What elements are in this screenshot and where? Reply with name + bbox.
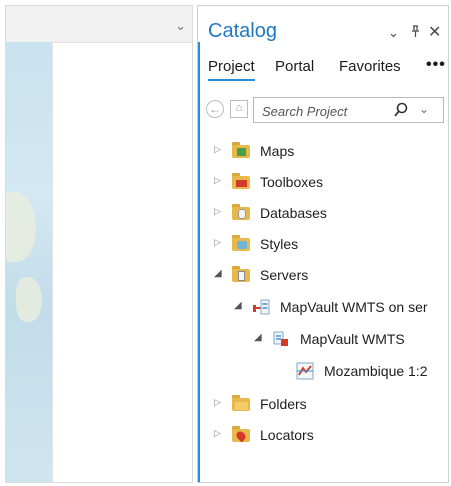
expand-arrow-icon[interactable]: ▷ — [214, 237, 221, 248]
servers-folder-icon — [232, 266, 250, 282]
pane-accent-border — [198, 42, 200, 482]
collapse-arrow-icon[interactable]: ◢ — [254, 332, 262, 343]
chevron-down-icon[interactable]: ⌄ — [388, 25, 399, 41]
tree-item-label: Mozambique 1:2 — [324, 363, 428, 379]
locators-folder-icon — [232, 426, 250, 443]
tab-portal[interactable]: Portal — [275, 58, 314, 79]
map-basemap — [6, 42, 53, 482]
map-view-header: ⌄ — [6, 6, 192, 43]
tree-item-label: MapVault WMTS on ser — [280, 299, 428, 315]
map-view[interactable]: ⌄ — [5, 5, 193, 483]
search-row: ← ⌂ ⌄ — [206, 97, 444, 123]
tree-item-label: Toolboxes — [260, 174, 324, 190]
home-icon[interactable]: ⌂ — [230, 100, 248, 118]
catalog-tabs: Project Portal Favorites ••• — [206, 56, 446, 84]
tree-item-label: Folders — [260, 396, 307, 412]
pin-icon[interactable] — [411, 25, 420, 41]
folders-folder-icon — [232, 395, 250, 411]
tab-favorites[interactable]: Favorites — [339, 58, 401, 79]
expand-arrow-icon[interactable]: ▷ — [214, 397, 221, 408]
tree-item-label: Maps — [260, 143, 295, 159]
expand-arrow-icon[interactable]: ▷ — [214, 206, 221, 217]
styles-folder-icon — [232, 235, 250, 251]
expand-arrow-icon[interactable]: ▷ — [214, 144, 221, 155]
toolboxes-folder-icon — [232, 173, 250, 189]
map-layer-icon — [296, 362, 314, 380]
maps-folder-icon — [232, 142, 250, 158]
collapse-arrow-icon[interactable]: ◢ — [214, 268, 222, 279]
catalog-pane: Catalog ⌄ ✕ Project Portal Favorites •••… — [197, 5, 449, 483]
search-box: ⌄ — [253, 97, 444, 123]
expand-arrow-icon[interactable]: ▷ — [214, 428, 221, 439]
tree-item-label: Locators — [260, 427, 314, 443]
pane-title: Catalog — [208, 20, 277, 42]
back-arrow-icon[interactable]: ← — [206, 100, 224, 118]
expand-arrow-icon[interactable]: ▷ — [214, 175, 221, 186]
search-input[interactable] — [260, 100, 384, 122]
search-icon[interactable] — [394, 101, 408, 119]
tree-item-label: MapVault WMTS — [300, 331, 405, 347]
server-connection-icon — [252, 298, 270, 315]
chevron-down-icon[interactable]: ⌄ — [419, 102, 429, 116]
wmts-service-icon — [272, 330, 290, 346]
collapse-arrow-icon[interactable]: ◢ — [234, 300, 242, 311]
chevron-down-icon[interactable]: ⌄ — [175, 18, 186, 34]
tree-item-label: Styles — [260, 236, 299, 252]
more-options-icon[interactable]: ••• — [426, 56, 446, 78]
tree-item-label: Servers — [260, 267, 309, 283]
tab-project[interactable]: Project — [208, 58, 255, 81]
databases-folder-icon — [232, 204, 250, 220]
tree-item-label: Databases — [260, 205, 327, 221]
close-icon[interactable]: ✕ — [428, 22, 441, 42]
